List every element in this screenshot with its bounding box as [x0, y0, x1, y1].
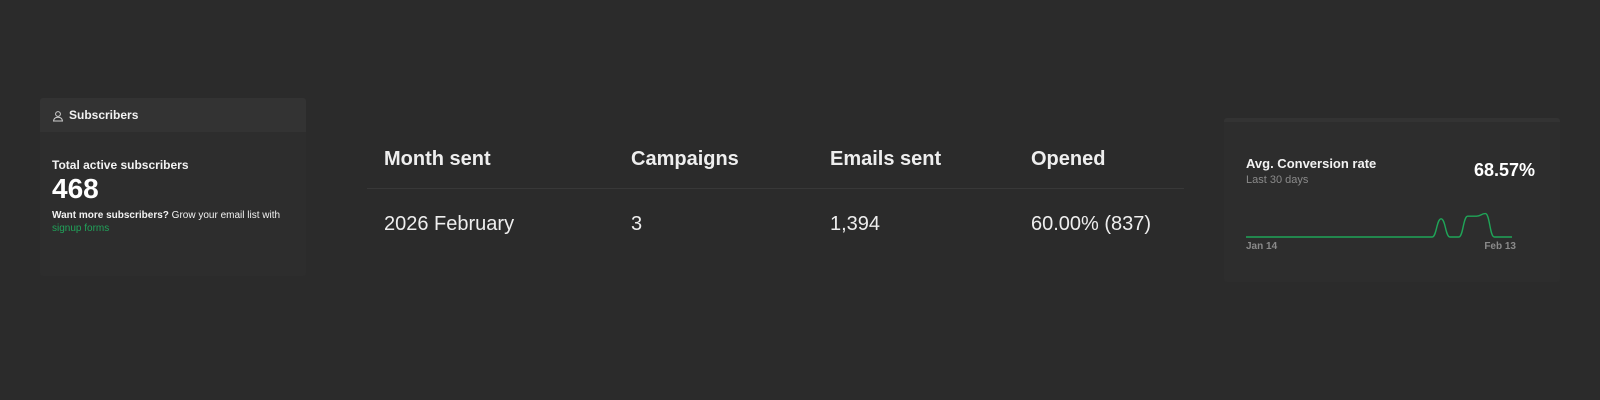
conversion-rate-period: Last 30 days [1246, 174, 1309, 186]
column-header-campaigns: Campaigns [614, 130, 813, 189]
conversion-rate-sparkline [1246, 212, 1512, 238]
column-header-emails-sent: Emails sent [813, 130, 1014, 189]
conversion-rate-series-line [1246, 212, 1512, 238]
cell-month-sent: 2026 February [367, 188, 614, 259]
sparkline-x-start-label: Jan 14 [1246, 241, 1278, 252]
subscribers-card-header: Subscribers [40, 98, 306, 132]
conversion-rate-title: Avg. Conversion rate [1246, 156, 1377, 171]
campaign-stats-table: Month sent Campaigns Emails sent Opened … [367, 130, 1184, 259]
grow-list-hint-lead: Want more subscribers? [52, 210, 169, 221]
subscribers-card-title: Subscribers [69, 108, 139, 122]
signup-forms-link[interactable]: signup forms [52, 222, 294, 235]
conversion-rate-value: 68.57% [1473, 160, 1535, 180]
user-icon [52, 109, 64, 122]
table-header-row: Month sent Campaigns Emails sent Opened [367, 130, 1184, 189]
subscribers-card: Subscribers Total active subscribers 468… [40, 98, 306, 276]
cell-campaigns: 3 [614, 188, 813, 259]
grow-list-hint-text: Grow your email list with [168, 210, 281, 221]
column-header-opened: Opened [1014, 130, 1184, 189]
table-row[interactable]: 2026 February 3 1,394 60.00% (837) [367, 188, 1184, 259]
total-active-subscribers-value: 468 [52, 173, 99, 204]
conversion-rate-card: Avg. Conversion rate Last 30 days 68.57%… [1224, 118, 1560, 282]
column-header-month-sent: Month sent [367, 130, 614, 189]
grow-list-hint: Want more subscribers? Grow your email l… [52, 209, 294, 235]
sparkline-x-end-label: Feb 13 [1484, 241, 1516, 252]
total-active-subscribers-label: Total active subscribers [52, 158, 189, 172]
cell-emails-sent: 1,394 [813, 188, 1014, 259]
cell-opened: 60.00% (837) [1014, 188, 1184, 259]
